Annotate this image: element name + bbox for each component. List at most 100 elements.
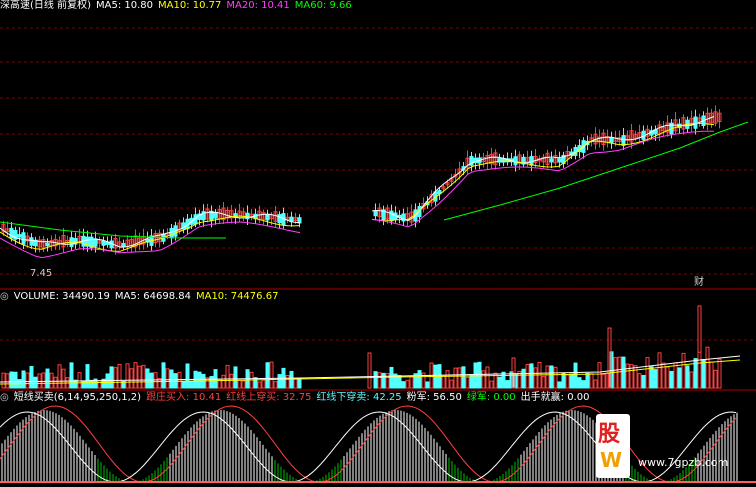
volume-bar [525, 364, 530, 389]
volume-bar [529, 363, 534, 389]
volume-panel-header: ◎ VOLUME: 34490.19 MA5: 64698.84 MA10: 7447… [0, 291, 279, 302]
volume-bar [477, 361, 482, 389]
volume-bar [33, 376, 38, 389]
volume-bar [5, 373, 10, 389]
volume-bar [97, 380, 102, 389]
volume-bar [593, 379, 598, 389]
volume-bar [501, 371, 506, 389]
volume-bar [189, 380, 194, 389]
volume-bar [277, 374, 282, 389]
volume-bar [53, 376, 58, 389]
volume-bar [705, 346, 710, 389]
watermark-logo: 股 W [596, 414, 630, 478]
volume-bar [557, 381, 562, 389]
candle-body [17, 234, 22, 238]
volume-bar [669, 370, 674, 389]
low-price-label: 7.45 [30, 268, 53, 279]
volume-bar [241, 380, 246, 389]
volume-bar [377, 372, 382, 389]
volume-bar [137, 365, 142, 389]
volume-bar [367, 352, 372, 389]
volume-bar [569, 373, 574, 389]
volume-bar [289, 370, 294, 389]
event-marker[interactable]: 财 [694, 277, 704, 289]
candle-body [693, 116, 698, 129]
volume-bar [373, 371, 378, 389]
volume-bar [621, 356, 626, 389]
candle-body [213, 212, 218, 219]
indicator-red-cross-buy: 红线上穿买: 32.75 [226, 392, 312, 403]
volume-bar [445, 370, 450, 389]
volume-bar [165, 368, 170, 389]
volume-bar [45, 368, 50, 389]
volume-bar [573, 362, 578, 389]
volume-bar [649, 366, 654, 389]
ma10-value: MA10: 10.77 [158, 0, 222, 11]
volume-bar [485, 366, 490, 389]
volume-bar [61, 368, 66, 389]
volume-bar [161, 362, 166, 389]
volume-bar [585, 372, 590, 389]
volume-bar [209, 375, 214, 389]
volume-bar [553, 366, 558, 389]
volume-bar [417, 370, 422, 389]
volume-bar [673, 362, 678, 389]
volume-bar [237, 379, 242, 389]
volume-ma10: MA10: 74476.67 [195, 291, 279, 302]
candle-body [557, 158, 562, 163]
volume-bar [541, 375, 546, 389]
candle-body [45, 242, 50, 247]
volume-bar [297, 379, 302, 389]
indicator-green-army: 绿军: 0.00 [466, 392, 516, 403]
volume-bar [253, 377, 258, 389]
volume-bar [633, 365, 638, 389]
volume-bar [257, 381, 262, 389]
volume-bar [405, 379, 410, 389]
volume-bar [625, 363, 630, 389]
volume-bar [481, 370, 486, 389]
volume-bar [69, 362, 74, 389]
volume-bar [21, 370, 26, 389]
volume-bar [265, 362, 270, 389]
volume-bar [717, 358, 722, 389]
volume-bar [457, 367, 462, 389]
candle-body [265, 214, 270, 221]
volume-bar [709, 361, 714, 389]
site-watermark: 股 W www.7gpzb.com [596, 412, 756, 487]
volume-bar [449, 379, 454, 389]
candle-body [373, 210, 378, 217]
volume-bar [141, 364, 146, 389]
volume-bar [549, 365, 554, 389]
volume-bar [489, 380, 494, 389]
volume-bar [113, 367, 118, 389]
volume-bar [9, 371, 14, 389]
volume-bar [389, 366, 394, 389]
indicator-name: 短线买卖(6,14,95,250,1,2) [13, 392, 142, 403]
volume-bar [681, 352, 686, 389]
volume-bar [13, 371, 18, 389]
candle-body [621, 135, 626, 146]
volume-bar [49, 372, 54, 389]
volume-bar [653, 369, 658, 389]
volume-bar [685, 365, 690, 389]
volume-bar [77, 372, 82, 389]
stock-title: 深高速(日线 前复权) [0, 0, 91, 11]
indicator-follow-buy: 跟庄买入: 10.41 [146, 392, 222, 403]
volume-bar [601, 374, 606, 389]
volume-bar [285, 374, 290, 389]
volume-bar [689, 371, 694, 389]
candle-body [29, 237, 34, 246]
volume-bar [177, 371, 182, 389]
candle-body [389, 210, 394, 222]
volume-bar [665, 366, 670, 389]
volume-bar [85, 364, 90, 389]
volume-bar [565, 374, 570, 389]
candle-body [513, 156, 518, 166]
candle-body [105, 241, 110, 245]
volume-bar [225, 364, 230, 389]
candle-body [549, 158, 554, 163]
volume-bar [41, 372, 46, 389]
candle-body [529, 156, 534, 166]
volume-bar [577, 377, 582, 389]
volume-bar [701, 359, 706, 389]
